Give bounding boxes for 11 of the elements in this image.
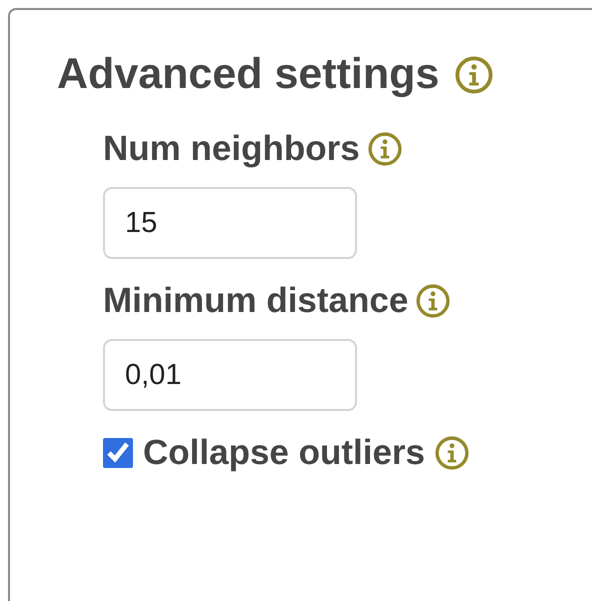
field-label: Num neighbors <box>103 129 360 169</box>
info-icon[interactable] <box>455 56 494 94</box>
info-icon[interactable] <box>435 436 470 470</box>
field-label: Minimum distance <box>103 281 408 321</box>
info-icon[interactable] <box>416 284 450 318</box>
checkbox[interactable] <box>103 438 133 468</box>
info-icon[interactable] <box>368 132 402 166</box>
section-title: Advanced settings <box>57 50 440 99</box>
checkbox-label: Collapse outliers <box>143 433 426 473</box>
number-field[interactable]: 15 <box>103 187 357 259</box>
number-field[interactable]: 0,01 <box>103 339 357 411</box>
